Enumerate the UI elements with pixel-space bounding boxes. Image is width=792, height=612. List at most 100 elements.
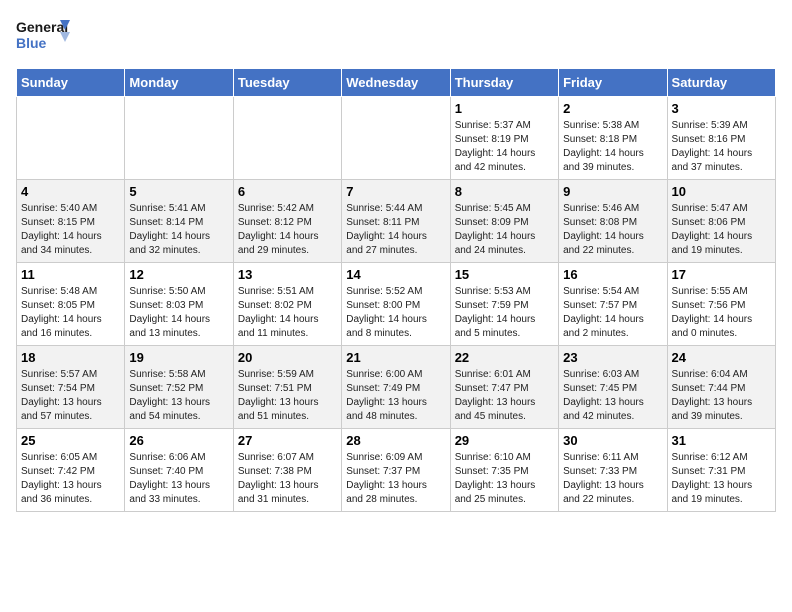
day-detail: Sunrise: 6:05 AM Sunset: 7:42 PM Dayligh… bbox=[21, 451, 120, 507]
day-detail: Sunrise: 6:01 AM Sunset: 7:47 PM Dayligh… bbox=[455, 368, 554, 424]
calendar-cell: 11 Sunrise: 5:48 AM Sunset: 8:05 PM Dayli… bbox=[17, 263, 125, 346]
weekday-header-sunday: Sunday bbox=[17, 69, 125, 97]
day-number: 17 bbox=[672, 267, 771, 282]
calendar-cell: 22 Sunrise: 6:01 AM Sunset: 7:47 PM Dayli… bbox=[450, 346, 558, 429]
calendar-cell bbox=[233, 97, 341, 180]
day-detail: Sunrise: 5:37 AM Sunset: 8:19 PM Dayligh… bbox=[455, 119, 554, 175]
day-number: 2 bbox=[563, 101, 662, 116]
calendar-cell: 21 Sunrise: 6:00 AM Sunset: 7:49 PM Dayli… bbox=[342, 346, 450, 429]
calendar-week-5: 25Sunrise: 6:05 AM Sunset: 7:42 PM Dayli… bbox=[17, 429, 776, 512]
day-detail: Sunrise: 5:54 AM Sunset: 7:57 PM Dayligh… bbox=[563, 285, 662, 341]
day-detail: Sunrise: 5:53 AM Sunset: 7:59 PM Dayligh… bbox=[455, 285, 554, 341]
day-number: 28 bbox=[346, 433, 445, 448]
day-number: 5 bbox=[129, 184, 228, 199]
calendar-cell: 8Sunrise: 5:45 AM Sunset: 8:09 PM Daylig… bbox=[450, 180, 558, 263]
calendar-table: SundayMondayTuesdayWednesdayThursdayFrid… bbox=[16, 68, 776, 512]
calendar-cell: 28Sunrise: 6:09 AM Sunset: 7:37 PM Dayli… bbox=[342, 429, 450, 512]
day-detail: Sunrise: 5:47 AM Sunset: 8:06 PM Dayligh… bbox=[672, 202, 771, 258]
day-number: 18 bbox=[21, 350, 120, 365]
day-number: 3 bbox=[672, 101, 771, 116]
weekday-header-friday: Friday bbox=[559, 69, 667, 97]
day-detail: Sunrise: 5:59 AM Sunset: 7:51 PM Dayligh… bbox=[238, 368, 337, 424]
day-number: 19 bbox=[129, 350, 228, 365]
calendar-cell: 6Sunrise: 5:42 AM Sunset: 8:12 PM Daylig… bbox=[233, 180, 341, 263]
day-detail: Sunrise: 5:57 AM Sunset: 7:54 PM Dayligh… bbox=[21, 368, 120, 424]
calendar-cell: 15Sunrise: 5:53 AM Sunset: 7:59 PM Dayli… bbox=[450, 263, 558, 346]
weekday-header-saturday: Saturday bbox=[667, 69, 775, 97]
day-detail: Sunrise: 5:38 AM Sunset: 8:18 PM Dayligh… bbox=[563, 119, 662, 175]
logo: GeneralBlue bbox=[16, 16, 76, 58]
weekday-header-monday: Monday bbox=[125, 69, 233, 97]
day-number: 12 bbox=[129, 267, 228, 282]
day-number: 20 bbox=[238, 350, 337, 365]
day-detail: Sunrise: 5:44 AM Sunset: 8:11 PM Dayligh… bbox=[346, 202, 445, 258]
day-detail: Sunrise: 5:41 AM Sunset: 8:14 PM Dayligh… bbox=[129, 202, 228, 258]
calendar-cell: 31 Sunrise: 6:12 AM Sunset: 7:31 PM Dayli… bbox=[667, 429, 775, 512]
day-detail: Sunrise: 6:12 AM Sunset: 7:31 PM Dayligh… bbox=[672, 451, 771, 507]
day-number: 29 bbox=[455, 433, 554, 448]
calendar-cell bbox=[342, 97, 450, 180]
calendar-header: SundayMondayTuesdayWednesdayThursdayFrid… bbox=[17, 69, 776, 97]
day-number: 1 bbox=[455, 101, 554, 116]
calendar-cell: 2 Sunrise: 5:38 AM Sunset: 8:18 PM Daylig… bbox=[559, 97, 667, 180]
calendar-cell: 13 Sunrise: 5:51 AM Sunset: 8:02 PM Dayli… bbox=[233, 263, 341, 346]
day-detail: Sunrise: 5:46 AM Sunset: 8:08 PM Dayligh… bbox=[563, 202, 662, 258]
day-number: 9 bbox=[563, 184, 662, 199]
calendar-cell: 29 Sunrise: 6:10 AM Sunset: 7:35 PM Dayli… bbox=[450, 429, 558, 512]
day-detail: Sunrise: 5:40 AM Sunset: 8:15 PM Dayligh… bbox=[21, 202, 120, 258]
calendar-cell: 27 Sunrise: 6:07 AM Sunset: 7:38 PM Dayli… bbox=[233, 429, 341, 512]
calendar-cell: 20 Sunrise: 5:59 AM Sunset: 7:51 PM Dayli… bbox=[233, 346, 341, 429]
day-number: 13 bbox=[238, 267, 337, 282]
calendar-cell bbox=[17, 97, 125, 180]
day-number: 27 bbox=[238, 433, 337, 448]
day-detail: Sunrise: 6:00 AM Sunset: 7:49 PM Dayligh… bbox=[346, 368, 445, 424]
day-number: 14 bbox=[346, 267, 445, 282]
day-number: 6 bbox=[238, 184, 337, 199]
day-detail: Sunrise: 5:48 AM Sunset: 8:05 PM Dayligh… bbox=[21, 285, 120, 341]
day-number: 16 bbox=[563, 267, 662, 282]
day-detail: Sunrise: 5:50 AM Sunset: 8:03 PM Dayligh… bbox=[129, 285, 228, 341]
day-number: 11 bbox=[21, 267, 120, 282]
day-detail: Sunrise: 6:06 AM Sunset: 7:40 PM Dayligh… bbox=[129, 451, 228, 507]
day-number: 21 bbox=[346, 350, 445, 365]
calendar-week-2: 4 Sunrise: 5:40 AM Sunset: 8:15 PM Daylig… bbox=[17, 180, 776, 263]
weekday-header-row: SundayMondayTuesdayWednesdayThursdayFrid… bbox=[17, 69, 776, 97]
day-number: 22 bbox=[455, 350, 554, 365]
day-number: 26 bbox=[129, 433, 228, 448]
calendar-week-3: 11 Sunrise: 5:48 AM Sunset: 8:05 PM Dayli… bbox=[17, 263, 776, 346]
day-number: 4 bbox=[21, 184, 120, 199]
day-number: 24 bbox=[672, 350, 771, 365]
calendar-cell: 5 Sunrise: 5:41 AM Sunset: 8:14 PM Daylig… bbox=[125, 180, 233, 263]
calendar-cell: 18 Sunrise: 5:57 AM Sunset: 7:54 PM Dayli… bbox=[17, 346, 125, 429]
day-detail: Sunrise: 6:11 AM Sunset: 7:33 PM Dayligh… bbox=[563, 451, 662, 507]
calendar-week-4: 18 Sunrise: 5:57 AM Sunset: 7:54 PM Dayli… bbox=[17, 346, 776, 429]
calendar-cell: 24Sunrise: 6:04 AM Sunset: 7:44 PM Dayli… bbox=[667, 346, 775, 429]
day-detail: Sunrise: 5:51 AM Sunset: 8:02 PM Dayligh… bbox=[238, 285, 337, 341]
day-detail: Sunrise: 5:55 AM Sunset: 7:56 PM Dayligh… bbox=[672, 285, 771, 341]
day-detail: Sunrise: 5:58 AM Sunset: 7:52 PM Dayligh… bbox=[129, 368, 228, 424]
calendar-cell: 14 Sunrise: 5:52 AM Sunset: 8:00 PM Dayli… bbox=[342, 263, 450, 346]
day-detail: Sunrise: 6:10 AM Sunset: 7:35 PM Dayligh… bbox=[455, 451, 554, 507]
day-detail: Sunrise: 5:52 AM Sunset: 8:00 PM Dayligh… bbox=[346, 285, 445, 341]
calendar-cell: 10Sunrise: 5:47 AM Sunset: 8:06 PM Dayli… bbox=[667, 180, 775, 263]
weekday-header-wednesday: Wednesday bbox=[342, 69, 450, 97]
calendar-cell bbox=[125, 97, 233, 180]
calendar-cell: 17 Sunrise: 5:55 AM Sunset: 7:56 PM Dayli… bbox=[667, 263, 775, 346]
calendar-body: 1 Sunrise: 5:37 AM Sunset: 8:19 PM Daylig… bbox=[17, 97, 776, 512]
weekday-header-thursday: Thursday bbox=[450, 69, 558, 97]
calendar-week-1: 1 Sunrise: 5:37 AM Sunset: 8:19 PM Daylig… bbox=[17, 97, 776, 180]
calendar-cell: 1 Sunrise: 5:37 AM Sunset: 8:19 PM Daylig… bbox=[450, 97, 558, 180]
day-number: 31 bbox=[672, 433, 771, 448]
calendar-cell: 12 Sunrise: 5:50 AM Sunset: 8:03 PM Dayli… bbox=[125, 263, 233, 346]
day-detail: Sunrise: 6:07 AM Sunset: 7:38 PM Dayligh… bbox=[238, 451, 337, 507]
calendar-cell: 16 Sunrise: 5:54 AM Sunset: 7:57 PM Dayli… bbox=[559, 263, 667, 346]
calendar-cell: 25Sunrise: 6:05 AM Sunset: 7:42 PM Dayli… bbox=[17, 429, 125, 512]
day-detail: Sunrise: 6:03 AM Sunset: 7:45 PM Dayligh… bbox=[563, 368, 662, 424]
calendar-cell: 3Sunrise: 5:39 AM Sunset: 8:16 PM Daylig… bbox=[667, 97, 775, 180]
calendar-cell: 9 Sunrise: 5:46 AM Sunset: 8:08 PM Daylig… bbox=[559, 180, 667, 263]
day-number: 30 bbox=[563, 433, 662, 448]
day-number: 23 bbox=[563, 350, 662, 365]
calendar-cell: 7Sunrise: 5:44 AM Sunset: 8:11 PM Daylig… bbox=[342, 180, 450, 263]
day-detail: Sunrise: 5:45 AM Sunset: 8:09 PM Dayligh… bbox=[455, 202, 554, 258]
calendar-cell: 23 Sunrise: 6:03 AM Sunset: 7:45 PM Dayli… bbox=[559, 346, 667, 429]
